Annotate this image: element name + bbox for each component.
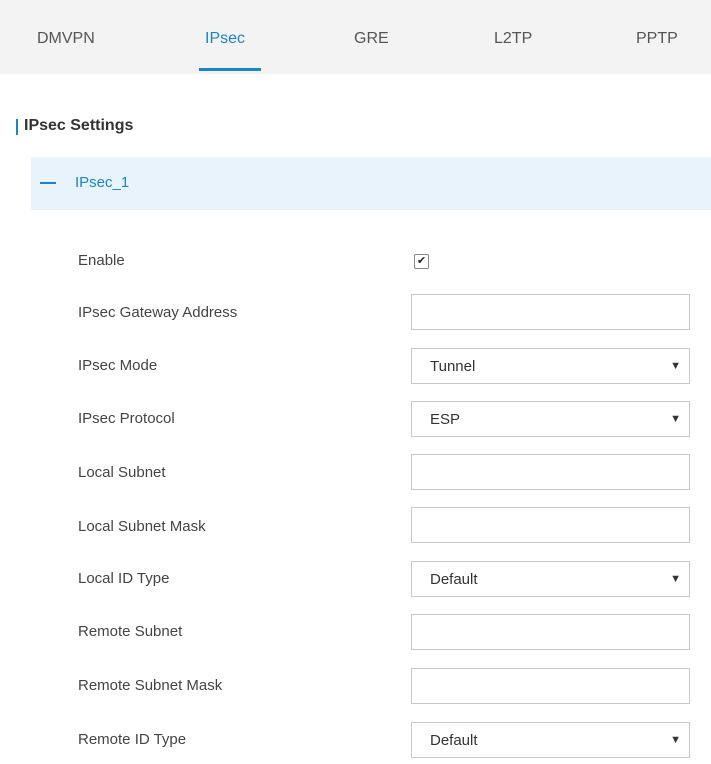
ipsec-mode-value: Tunnel [430,358,476,375]
tab-ipsec[interactable]: IPsec [205,30,245,48]
tab-gre[interactable]: GRE [354,30,389,48]
tab-l2tp[interactable]: L2TP [494,30,532,48]
local-id-type-value: Default [430,571,478,588]
local-id-type-label: Local ID Type [78,570,170,587]
remote-id-type-select[interactable]: Default ▼ [411,722,690,758]
local-subnet-input[interactable] [411,454,690,490]
tab-bar: DMVPN IPsec GRE L2TP PPTP [0,0,711,74]
enable-checkbox[interactable]: ✔ [414,254,429,269]
local-id-type-select[interactable]: Default ▼ [411,561,690,597]
ipsec-protocol-value: ESP [430,411,461,428]
enable-label: Enable [78,252,125,269]
ipsec-mode-label: IPsec Mode [78,357,158,374]
collapse-minus-icon[interactable] [40,182,56,184]
local-subnet-label: Local Subnet [78,464,166,481]
remote-subnet-label: Remote Subnet [78,623,183,640]
dropdown-arrow-icon: ▼ [670,734,681,746]
local-subnet-mask-input[interactable] [411,507,690,543]
ipsec-protocol-select[interactable]: ESP ▼ [411,401,690,437]
dropdown-arrow-icon: ▼ [670,573,681,585]
tab-dmvpn[interactable]: DMVPN [37,30,95,48]
remote-subnet-mask-label: Remote Subnet Mask [78,677,223,694]
ipsec-mode-select[interactable]: Tunnel ▼ [411,348,690,384]
remote-id-type-label: Remote ID Type [78,731,187,748]
checkmark-icon: ✔ [416,255,427,267]
panel-title: IPsec_1 [75,174,130,191]
gateway-address-input[interactable] [411,294,690,330]
remote-subnet-mask-input[interactable] [411,668,690,704]
panel-header-ipsec-1[interactable]: IPsec_1 [31,157,711,210]
ipsec-protocol-label: IPsec Protocol [78,410,175,427]
active-tab-indicator [199,68,261,71]
dropdown-arrow-icon: ▼ [670,413,681,425]
gateway-address-label: IPsec Gateway Address [78,304,238,321]
local-subnet-mask-label: Local Subnet Mask [78,518,206,535]
remote-id-type-value: Default [430,732,478,749]
section-title: IPsec Settings [16,116,133,136]
tab-pptp[interactable]: PPTP [636,30,678,48]
dropdown-arrow-icon: ▼ [670,360,681,372]
remote-subnet-input[interactable] [411,614,690,650]
